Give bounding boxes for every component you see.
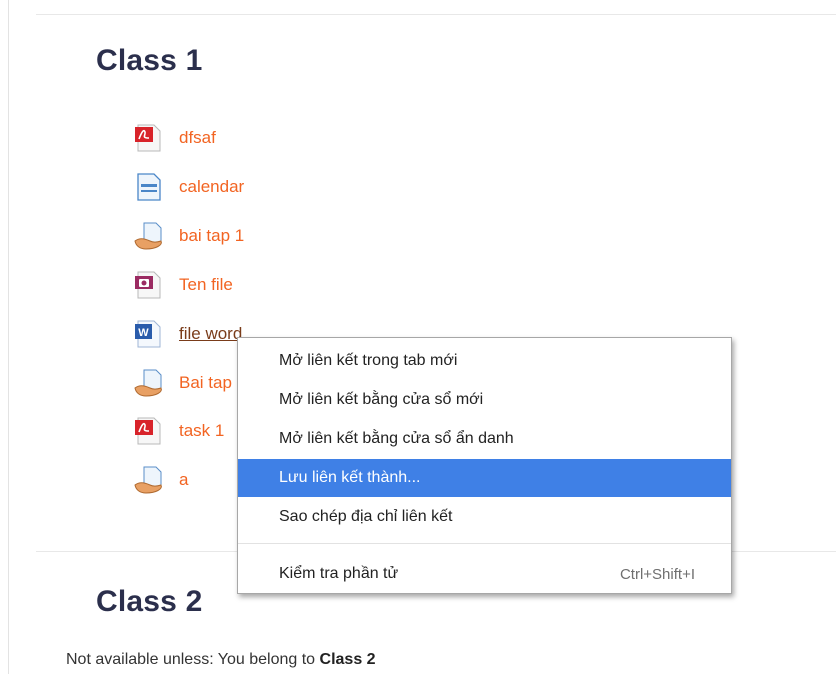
page-left-border	[8, 0, 9, 674]
activity-dfsaf[interactable]: dfsaf	[134, 123, 216, 153]
section-title-class-1: Class 1	[96, 44, 203, 77]
menu-item-shortcut: Ctrl+Shift+I	[619, 565, 695, 583]
menu-item-label: Mở liên kết bằng cửa sổ ẩn danh	[279, 430, 514, 447]
menu-item-save-link-as[interactable]: Lưu liên kết thành...	[238, 459, 731, 497]
activity-bai-tap-1[interactable]: bai tap 1	[134, 221, 244, 251]
activity-file-word[interactable]: W file word	[134, 319, 242, 349]
activity-link[interactable]: Ten file	[179, 275, 233, 295]
activity-link[interactable]: task 1	[179, 421, 224, 441]
word-file-icon: W	[134, 319, 170, 349]
menu-item-open-new-window[interactable]: Mở liên kết bằng cửa sổ mới	[238, 381, 731, 419]
assignment-icon	[134, 368, 170, 398]
svg-text:W: W	[138, 327, 149, 339]
activity-link[interactable]: dfsaf	[179, 128, 216, 148]
activity-link[interactable]: file word	[179, 324, 242, 344]
activity-link[interactable]: Bai tap	[179, 373, 232, 393]
menu-item-label: Mở liên kết trong tab mới	[279, 352, 458, 369]
menu-item-label: Mở liên kết bằng cửa sổ mới	[279, 391, 484, 408]
activity-calendar[interactable]: calendar	[134, 172, 244, 202]
restriction-group: Class 2	[319, 651, 376, 668]
menu-item-label: Kiểm tra phần tử	[279, 565, 399, 582]
page-resource-icon	[134, 172, 170, 202]
section-title-class-2: Class 2	[96, 585, 203, 618]
pdf-file-icon	[134, 416, 170, 446]
menu-item-copy-link-address[interactable]: Sao chép địa chỉ liên kết	[238, 498, 731, 536]
activity-bai-tap[interactable]: Bai tap	[134, 368, 232, 398]
activity-ten-file[interactable]: Ten file	[134, 270, 233, 300]
menu-item-open-incognito[interactable]: Mở liên kết bằng cửa sổ ẩn danh	[238, 420, 731, 458]
section-divider-top	[36, 14, 836, 15]
menu-item-label: Lưu liên kết thành...	[279, 469, 421, 486]
assignment-icon	[134, 221, 170, 251]
assignment-icon	[134, 465, 170, 495]
activity-link[interactable]: bai tap 1	[179, 226, 244, 246]
restriction-text: Not available unless: You belong to	[66, 651, 320, 668]
availability-restriction: Not available unless: You belong to Clas…	[66, 651, 376, 669]
activity-task-1[interactable]: task 1	[134, 416, 224, 446]
activity-link[interactable]: calendar	[179, 177, 244, 197]
menu-item-inspect-element[interactable]: Kiểm tra phần tử Ctrl+Shift+I	[238, 555, 731, 593]
pdf-file-icon	[134, 123, 170, 153]
activity-a[interactable]: a	[134, 465, 188, 495]
menu-item-open-new-tab[interactable]: Mở liên kết trong tab mới	[238, 342, 731, 380]
image-file-icon	[134, 270, 170, 300]
menu-separator	[238, 543, 731, 544]
context-menu: Mở liên kết trong tab mới Mở liên kết bằ…	[237, 337, 732, 594]
activity-link[interactable]: a	[179, 470, 188, 490]
menu-item-label: Sao chép địa chỉ liên kết	[279, 508, 453, 525]
